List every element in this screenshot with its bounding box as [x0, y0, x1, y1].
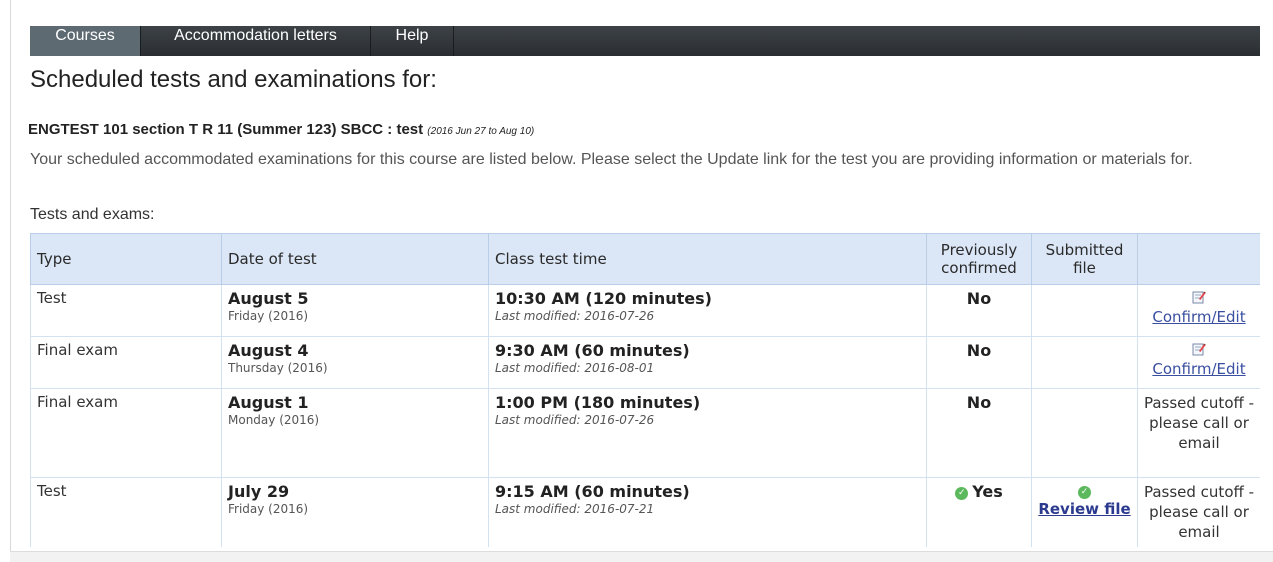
- cell-confirmed: No: [926, 388, 1032, 478]
- last-modified: Last modified: 2016-07-26: [495, 309, 655, 323]
- intro-text: Your scheduled accommodated examinations…: [30, 151, 1193, 168]
- confirm-edit-link[interactable]: Confirm/Edit: [1152, 360, 1245, 378]
- test-time: 9:15 AM (60 minutes): [495, 482, 690, 501]
- confirmed-status: Yes: [972, 482, 1003, 501]
- test-day: Friday (2016): [228, 309, 309, 323]
- confirm-edit-link[interactable]: Confirm/Edit: [1152, 308, 1245, 326]
- last-modified: Last modified: 2016-08-01: [495, 361, 655, 375]
- passed-cutoff-message: Passed cutoff - please call or email: [1143, 483, 1255, 541]
- browser-top-margin: [0, 0, 1273, 26]
- passed-cutoff-message: Passed cutoff - please call or email: [1143, 394, 1255, 452]
- cell-type: Test: [30, 284, 222, 337]
- last-modified: Last modified: 2016-07-26: [495, 413, 655, 427]
- cell-file: [1031, 336, 1138, 389]
- checkmark-icon: ✓: [1078, 486, 1091, 499]
- cell-actions: Confirm/Edit: [1137, 336, 1260, 389]
- page-left-border: [10, 0, 11, 561]
- edit-icon[interactable]: [1192, 342, 1206, 360]
- nav-tab-help[interactable]: Help: [371, 26, 453, 56]
- cell-time: 1:00 PM (180 minutes) Last modified: 201…: [488, 388, 927, 478]
- checkmark-icon: ✓: [955, 487, 969, 500]
- course-dates: (2016 Jun 27 to Aug 10): [427, 126, 535, 137]
- cell-file: [1031, 388, 1138, 478]
- cell-date: August 5 Friday (2016): [221, 284, 489, 337]
- last-modified: Last modified: 2016-07-21: [495, 502, 655, 516]
- confirmed-status: No: [966, 341, 992, 360]
- table-row: Test August 5 Friday (2016) 10:30 AM (12…: [30, 284, 1260, 337]
- confirmed-status: No: [966, 393, 992, 412]
- cell-time: 9:15 AM (60 minutes) Last modified: 2016…: [488, 477, 927, 547]
- test-day: Thursday (2016): [228, 361, 328, 375]
- nav-divider: [453, 26, 454, 56]
- test-time: 9:30 AM (60 minutes): [495, 341, 690, 360]
- course-name: ENGTEST 101 section T R 11 (Summer 123) …: [28, 121, 424, 138]
- review-file-link[interactable]: Review file: [1038, 500, 1130, 519]
- test-day: Friday (2016): [228, 502, 309, 516]
- column-header-actions: [1137, 233, 1260, 285]
- cell-time: 9:30 AM (60 minutes) Last modified: 2016…: [488, 336, 927, 389]
- nav-tab-accommodation-letters[interactable]: Accommodation letters: [141, 26, 370, 56]
- cell-time: 10:30 AM (120 minutes) Last modified: 20…: [488, 284, 927, 337]
- page-bottom-border: [10, 551, 1273, 562]
- cell-actions: Confirm/Edit: [1137, 284, 1260, 337]
- test-date: July 29: [228, 482, 290, 501]
- test-date: August 1: [228, 393, 309, 412]
- course-heading: ENGTEST 101 section T R 11 (Summer 123) …: [28, 121, 534, 138]
- test-date: August 4: [228, 341, 309, 360]
- cell-type: Final exam: [30, 336, 222, 389]
- edit-icon[interactable]: [1192, 290, 1206, 308]
- column-header-file: Submitted file: [1031, 233, 1138, 285]
- cell-confirmed: ✓ Yes: [926, 477, 1032, 547]
- test-date: August 5: [228, 289, 309, 308]
- column-header-type: Type: [30, 233, 222, 285]
- cell-type: Final exam: [30, 388, 222, 478]
- test-time: 1:00 PM (180 minutes): [495, 393, 701, 412]
- main-navbar: Courses Accommodation letters Help: [30, 26, 1260, 56]
- confirmed-status: No: [966, 289, 992, 308]
- column-header-date: Date of test: [221, 233, 489, 285]
- table-row: Test July 29 Friday (2016) 9:15 AM (60 m…: [30, 477, 1260, 547]
- cell-file: ✓ Review file: [1031, 477, 1138, 547]
- tests-label: Tests and exams:: [30, 206, 155, 223]
- column-header-confirmed: Previously confirmed: [926, 233, 1032, 285]
- table-row: Final exam August 1 Monday (2016) 1:00 P…: [30, 388, 1260, 478]
- table-header-row: Type Date of test Class test time Previo…: [30, 233, 1260, 285]
- cell-type: Test: [30, 477, 222, 547]
- cell-date: July 29 Friday (2016): [221, 477, 489, 547]
- tests-table: Type Date of test Class test time Previo…: [30, 233, 1260, 547]
- cell-actions: Passed cutoff - please call or email: [1137, 477, 1260, 547]
- page-title: Scheduled tests and examinations for:: [30, 66, 437, 93]
- tests-table-container: Type Date of test Class test time Previo…: [30, 233, 1260, 547]
- column-header-time: Class test time: [488, 233, 927, 285]
- test-day: Monday (2016): [228, 413, 320, 427]
- nav-tab-courses[interactable]: Courses: [30, 26, 140, 56]
- cell-date: August 4 Thursday (2016): [221, 336, 489, 389]
- cell-date: August 1 Monday (2016): [221, 388, 489, 478]
- cell-file: [1031, 284, 1138, 337]
- cell-confirmed: No: [926, 284, 1032, 337]
- cell-confirmed: No: [926, 336, 1032, 389]
- table-row: Final exam August 4 Thursday (2016) 9:30…: [30, 336, 1260, 389]
- test-time: 10:30 AM (120 minutes): [495, 289, 712, 308]
- cell-actions: Passed cutoff - please call or email: [1137, 388, 1260, 478]
